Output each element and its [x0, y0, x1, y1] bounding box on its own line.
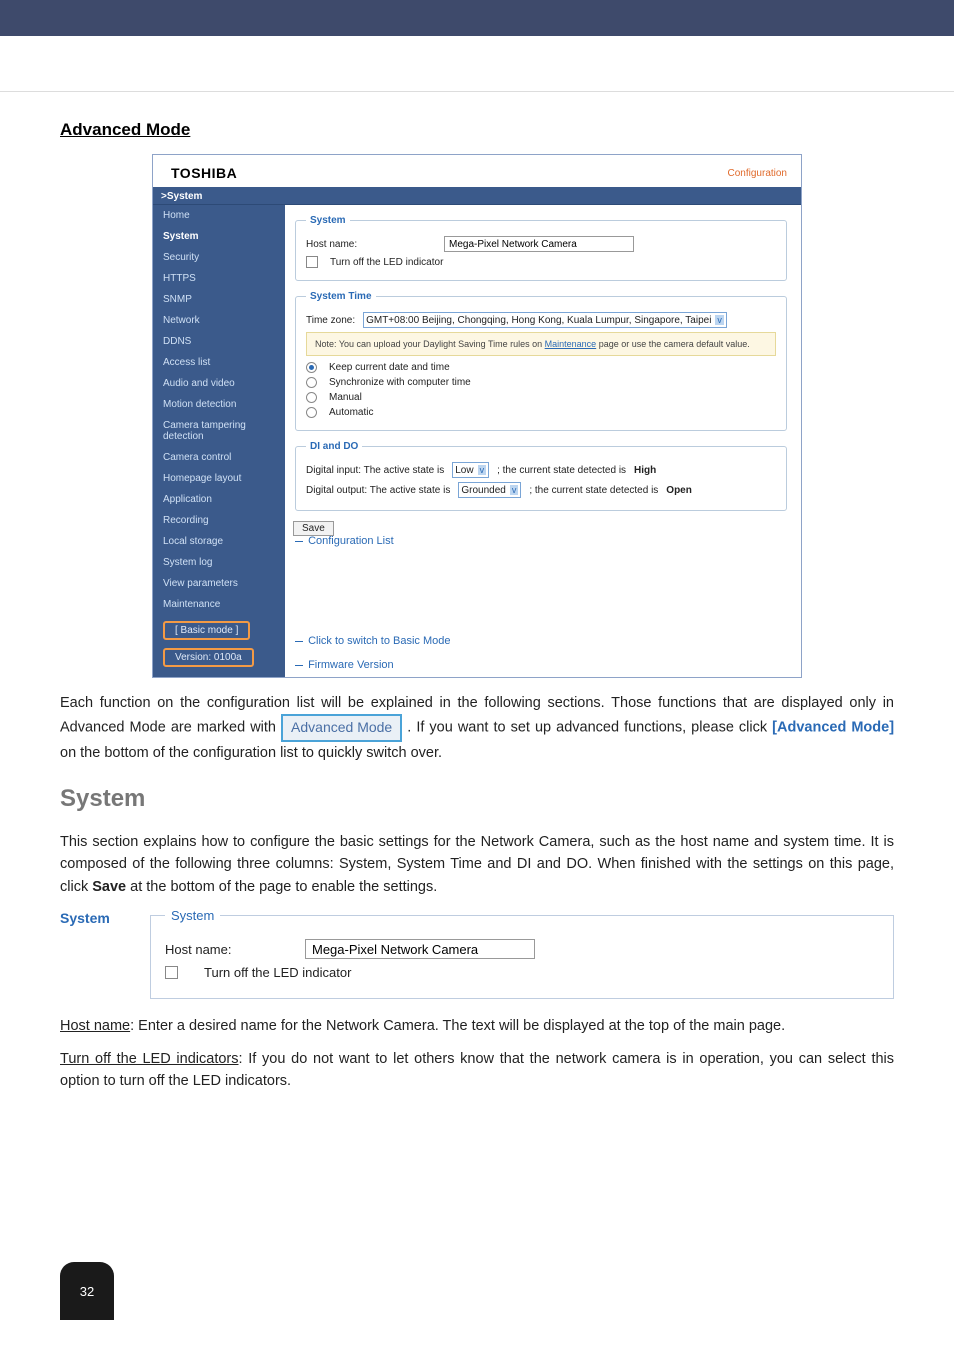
configuration-link[interactable]: Configuration: [728, 168, 787, 179]
note-text-before: Note: You can upload your Daylight Savin…: [315, 339, 545, 349]
chevron-down-icon: v: [715, 315, 724, 325]
config-sidebar: Home System Security HTTPS SNMP Network …: [153, 205, 285, 677]
do-state-select[interactable]: Grounded v: [458, 482, 521, 498]
sidebar-item-audio-video[interactable]: Audio and video: [153, 373, 285, 394]
top-bar: [0, 0, 954, 36]
sidebar-item-system[interactable]: System: [153, 226, 285, 247]
system-subheading: System: [60, 908, 130, 926]
system-heading: System: [60, 785, 894, 813]
doc-hostname-label: Host name:: [165, 942, 285, 957]
sidebar-item-home[interactable]: Home: [153, 205, 285, 226]
dst-note: Note: You can upload your Daylight Savin…: [306, 332, 776, 356]
callout-firmware-version: Firmware Version: [295, 659, 394, 671]
radio-manual[interactable]: [306, 392, 317, 403]
timezone-select[interactable]: GMT+08:00 Beijing, Chongqing, Hong Kong,…: [363, 312, 727, 328]
do-text-after: ; the current state detected is: [529, 485, 658, 496]
doc-system-legend: System: [165, 908, 220, 923]
page-content: Advanced Mode TOSHIBA Configuration >Sys…: [0, 92, 954, 1092]
radio-sync-computer[interactable]: [306, 377, 317, 388]
page-number-badge: 32: [60, 1262, 114, 1320]
sidebar-item-network[interactable]: Network: [153, 310, 285, 331]
do-detected-state: Open: [666, 485, 692, 496]
di-select-value: Low: [455, 465, 473, 476]
save-bold: Save: [92, 879, 126, 895]
do-text-before: Digital output: The active state is: [306, 485, 450, 496]
header-gap: [0, 36, 954, 92]
system-time-legend: System Time: [306, 291, 376, 302]
radio-manual-label: Manual: [329, 392, 362, 403]
sidebar-item-view-parameters[interactable]: View parameters: [153, 573, 285, 594]
sidebar-item-access-list[interactable]: Access list: [153, 352, 285, 373]
sidebar-item-https[interactable]: HTTPS: [153, 268, 285, 289]
para1-text-b: . If you want to set up advanced functio…: [407, 720, 772, 736]
hostname-term: Host name: [60, 1018, 130, 1034]
doc-hostname-input[interactable]: [305, 939, 535, 959]
sidebar-item-camera-control[interactable]: Camera control: [153, 447, 285, 468]
sidebar-item-security[interactable]: Security: [153, 247, 285, 268]
sidebar-item-application[interactable]: Application: [153, 489, 285, 510]
radio-auto-label: Automatic: [329, 407, 373, 418]
di-state-select[interactable]: Lowv: [452, 462, 489, 478]
paragraph-hostname: Host name: Enter a desired name for the …: [60, 1015, 894, 1037]
save-button[interactable]: Save: [293, 521, 334, 536]
system-legend: System: [306, 215, 350, 226]
di-detected-state: High: [634, 465, 656, 476]
paragraph-led: Turn off the LED indicators: If you do n…: [60, 1048, 894, 1093]
note-text-after: page or use the camera default value.: [596, 339, 750, 349]
radio-keep-current[interactable]: [306, 362, 317, 373]
hostname-input[interactable]: [444, 236, 634, 252]
do-select-value: Grounded: [461, 485, 505, 496]
timezone-value: GMT+08:00 Beijing, Chongqing, Hong Kong,…: [366, 315, 711, 326]
basic-mode-button[interactable]: [ Basic mode ]: [163, 621, 250, 640]
sidebar-item-system-log[interactable]: System log: [153, 552, 285, 573]
page-number: 32: [80, 1284, 94, 1299]
sidebar-item-camera-tampering[interactable]: Camera tampering detection: [153, 415, 285, 447]
callout-basic-text: Click to switch to Basic Mode: [308, 635, 450, 647]
advanced-mode-heading: Advanced Mode: [60, 120, 894, 140]
timezone-label: Time zone:: [306, 315, 355, 326]
brand-logo: TOSHIBA: [171, 165, 237, 181]
radio-sync-label: Synchronize with computer time: [329, 377, 471, 388]
radio-keep-label: Keep current date and time: [329, 362, 450, 373]
radio-automatic[interactable]: [306, 407, 317, 418]
advanced-mode-chip: Advanced Mode: [281, 714, 402, 742]
system-fieldset: System Host name: Turn off the LED indic…: [295, 215, 787, 281]
paragraph-system-intro: This section explains how to configure t…: [60, 831, 894, 898]
para1-text-c: on the bottom of the configuration list …: [60, 745, 442, 761]
config-screenshot: TOSHIBA Configuration >System Home Syste…: [152, 154, 802, 678]
advanced-mode-link: [Advanced Mode]: [772, 720, 894, 736]
breadcrumb: >System: [153, 187, 801, 205]
di-do-legend: DI and DO: [306, 441, 362, 452]
callout-fw-text: Firmware Version: [308, 659, 394, 671]
di-text-after: ; the current state detected is: [497, 465, 626, 476]
doc-system-fieldset: System Host name: Turn off the LED indic…: [150, 908, 894, 999]
maintenance-link[interactable]: Maintenance: [545, 339, 597, 349]
led-checkbox-label: Turn off the LED indicator: [330, 257, 443, 268]
callout-conf-list-text: Configuration List: [308, 535, 394, 547]
hostname-desc: : Enter a desired name for the Network C…: [130, 1018, 785, 1034]
sidebar-item-motion-detection[interactable]: Motion detection: [153, 394, 285, 415]
paragraph-overview: Each function on the configuration list …: [60, 692, 894, 765]
sidebar-item-ddns[interactable]: DDNS: [153, 331, 285, 352]
sidebar-item-homepage-layout[interactable]: Homepage layout: [153, 468, 285, 489]
chevron-down-icon: v: [510, 485, 519, 495]
doc-led-checkbox[interactable]: [165, 966, 178, 979]
sidebar-item-maintenance[interactable]: Maintenance: [153, 594, 285, 615]
doc-led-label: Turn off the LED indicator: [204, 965, 351, 980]
led-term: Turn off the LED indicators: [60, 1051, 239, 1067]
di-text-before: Digital input: The active state is: [306, 465, 444, 476]
firmware-version-badge: Version: 0100a: [163, 648, 254, 667]
led-checkbox[interactable]: [306, 256, 318, 268]
callout-configuration-list: Configuration List: [295, 535, 394, 547]
sidebar-item-recording[interactable]: Recording: [153, 510, 285, 531]
hostname-label: Host name:: [306, 239, 436, 250]
system-time-fieldset: System Time Time zone: GMT+08:00 Beijing…: [295, 291, 787, 431]
sidebar-item-local-storage[interactable]: Local storage: [153, 531, 285, 552]
callout-basic-mode: Click to switch to Basic Mode: [295, 635, 451, 647]
sidebar-item-snmp[interactable]: SNMP: [153, 289, 285, 310]
config-main-panel: System Host name: Turn off the LED indic…: [285, 205, 801, 677]
chevron-down-icon: v: [478, 465, 487, 475]
di-do-fieldset: DI and DO Digital input: The active stat…: [295, 441, 787, 511]
